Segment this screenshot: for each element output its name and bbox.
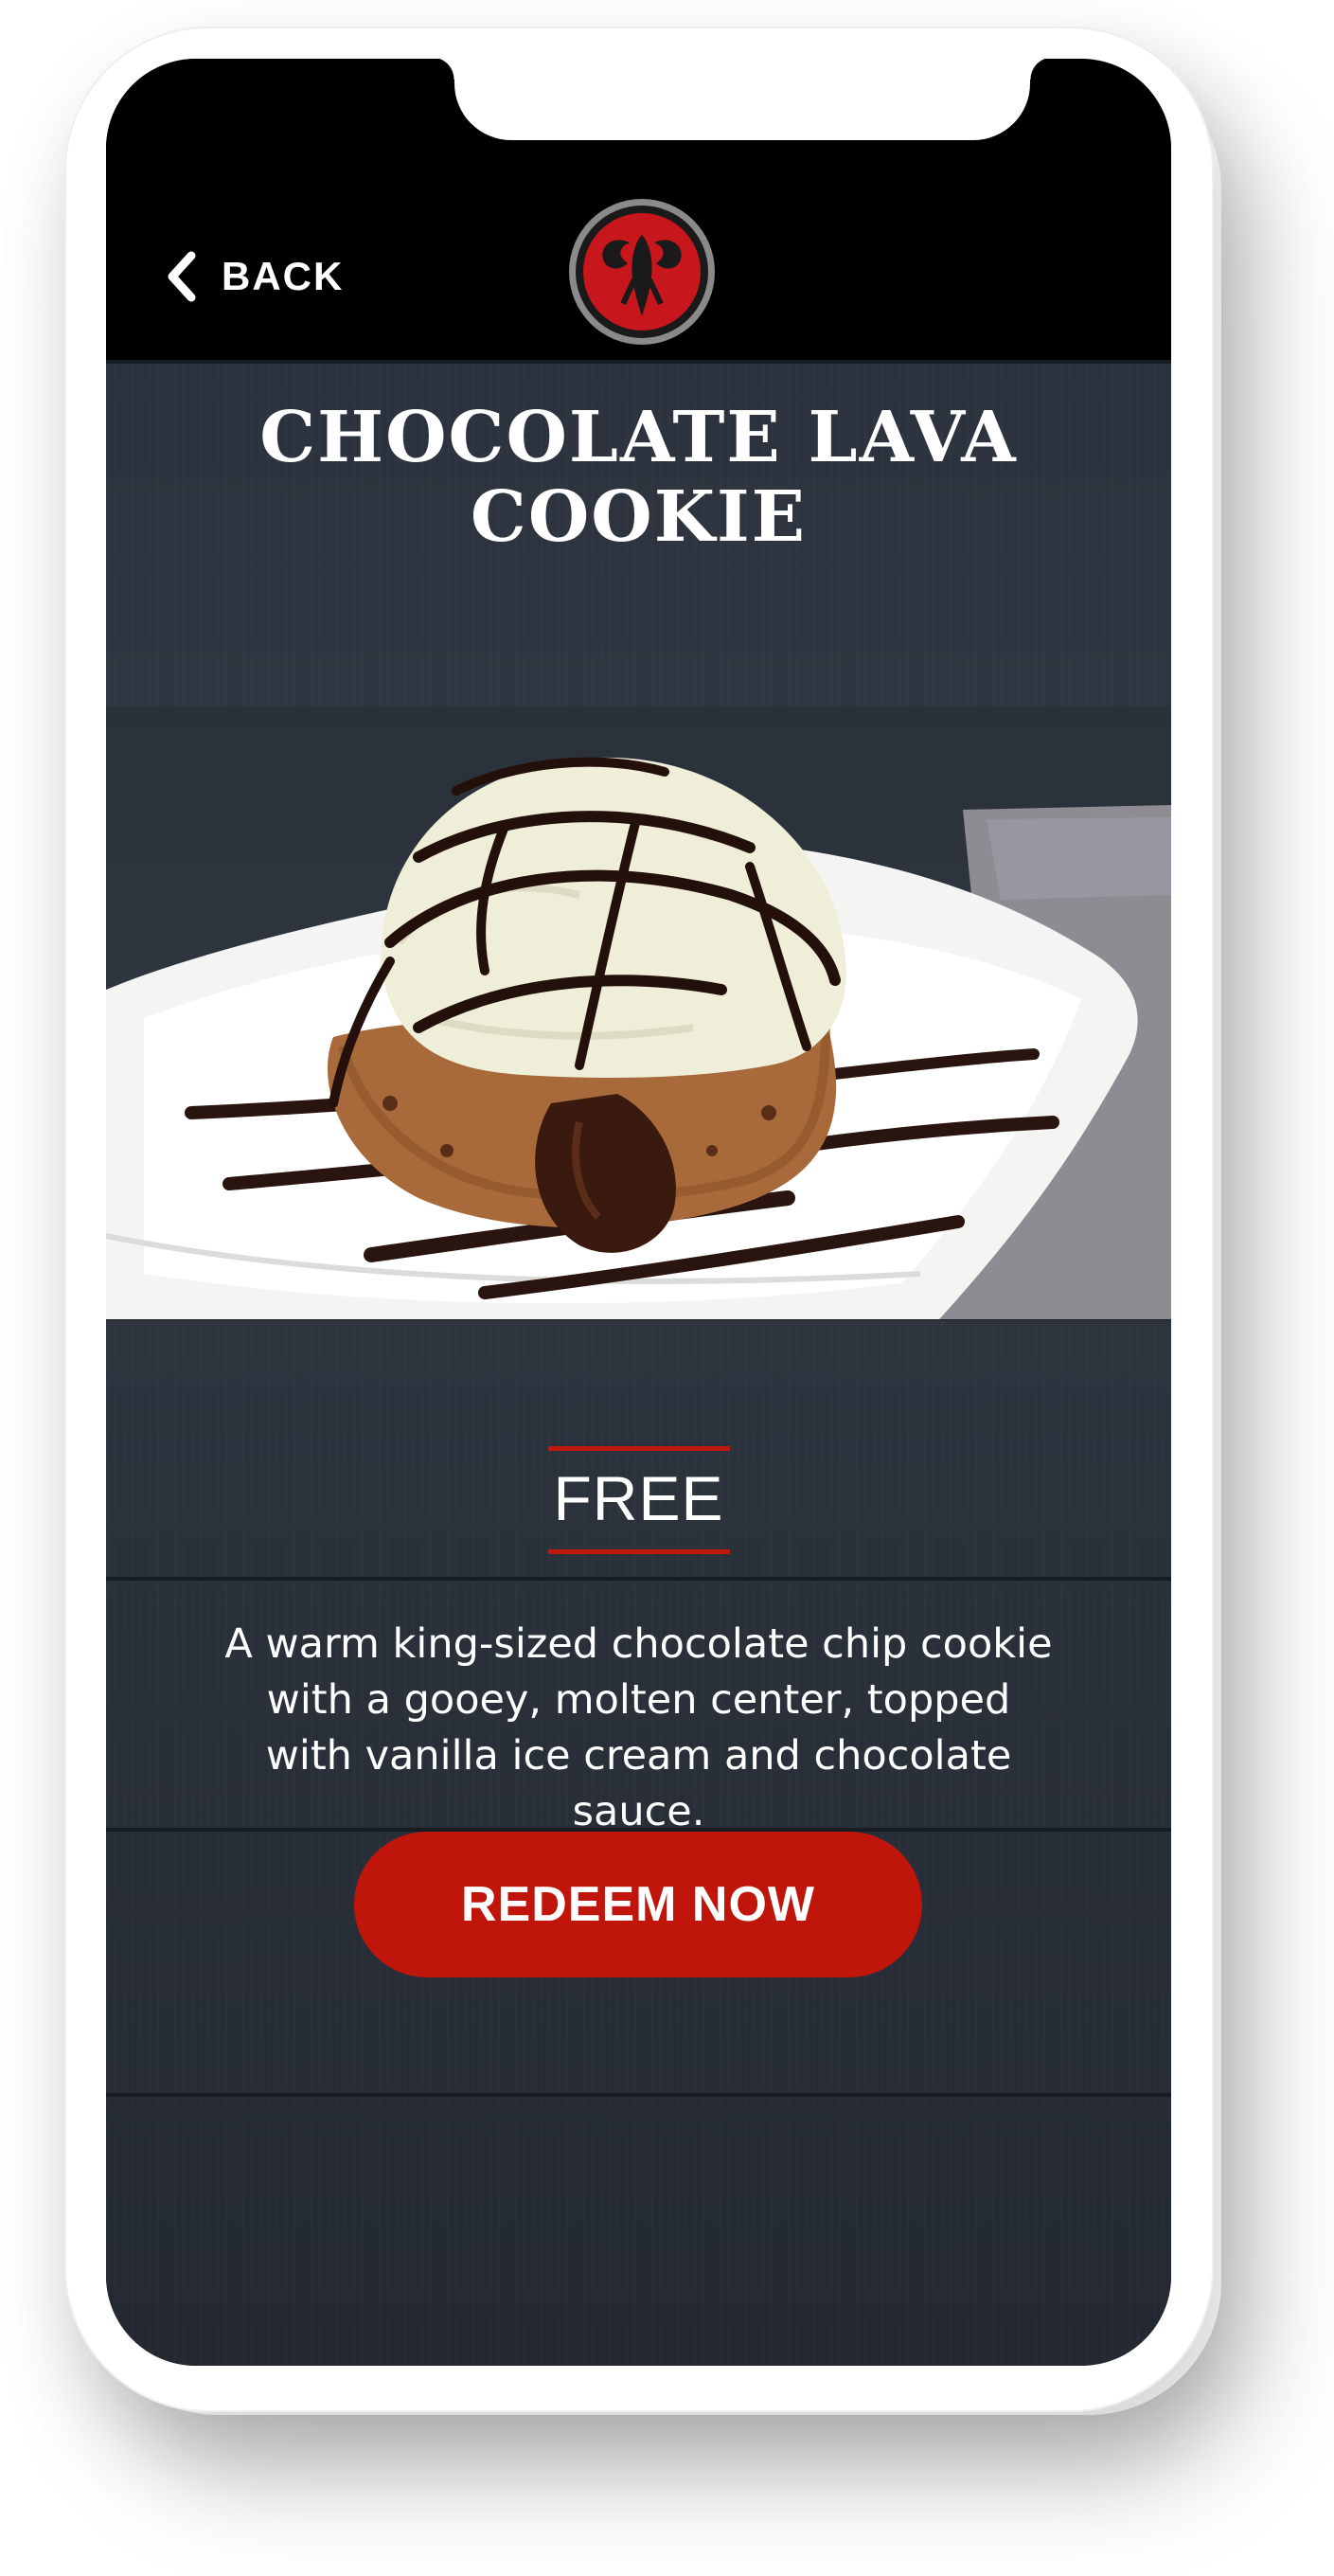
wood-background: CHOCOLATE LAVA COOKIE [106, 360, 1171, 2366]
offer-title: CHOCOLATE LAVA COOKIE [106, 398, 1171, 557]
chevron-left-icon [168, 251, 196, 302]
price-top-rule [547, 1446, 730, 1451]
dessert-photo [106, 706, 1171, 1319]
back-label: BACK [222, 254, 345, 298]
offer-title-line2: COOKIE [470, 476, 808, 558]
offer-title-line1: CHOCOLATE LAVA [259, 397, 1018, 478]
app-screen: BACK CHOCOLATE LAVA COOKIE FREE A warm k… [106, 59, 1171, 2366]
back-button[interactable]: BACK [165, 248, 344, 305]
plank-divider [106, 2093, 1171, 2097]
price-label: FREE [553, 1463, 724, 1533]
plank-divider [106, 360, 1171, 364]
phone-notch [432, 59, 1053, 140]
plank-divider [106, 1577, 1171, 1581]
lobster-logo-icon[interactable] [567, 197, 717, 347]
price-block: FREE [106, 1446, 1171, 1554]
price-bottom-rule [547, 1549, 730, 1554]
offer-description: A warm king-sized chocolate chip cookie … [224, 1620, 1053, 1835]
redeem-now-button[interactable]: REDEEM NOW [354, 1832, 922, 1977]
